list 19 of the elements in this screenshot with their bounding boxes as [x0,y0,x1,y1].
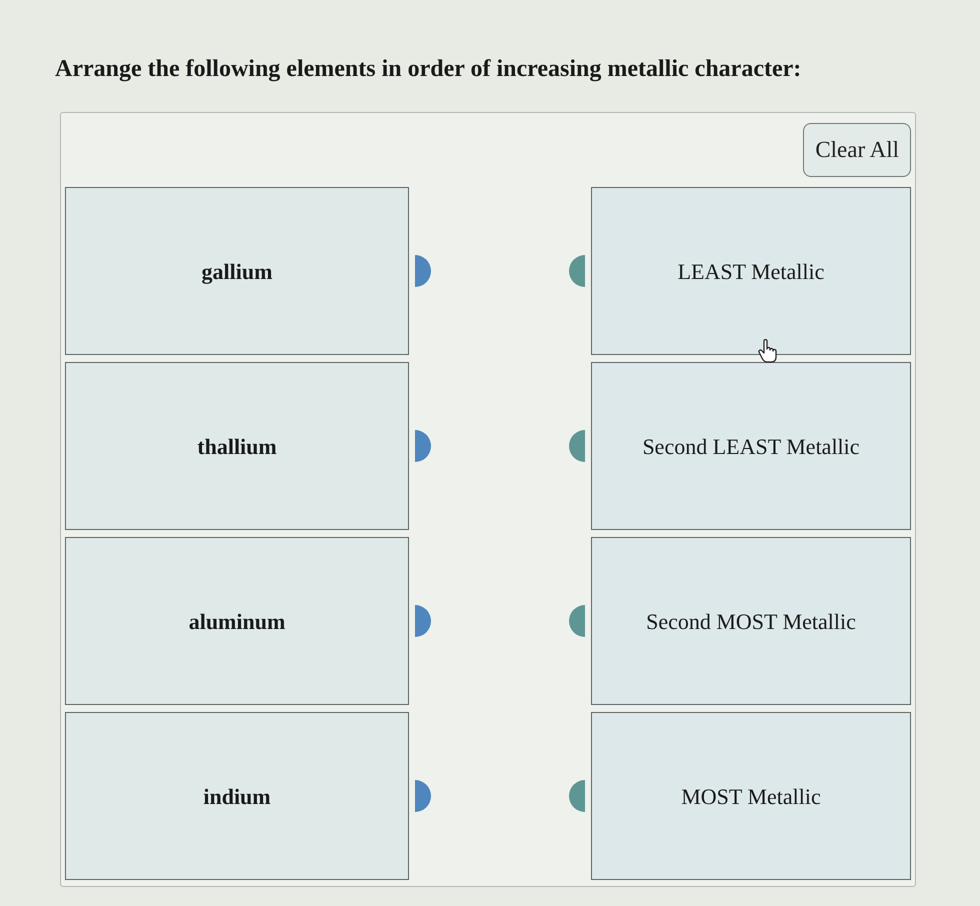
drop-target[interactable]: Second MOST Metallic [591,537,911,705]
draggable-item[interactable]: aluminum [65,537,409,705]
hand-cursor-icon [758,339,778,363]
draggable-item[interactable]: indium [65,712,409,880]
drop-target[interactable]: MOST Metallic [591,712,911,880]
connector-knob-icon[interactable] [415,255,431,287]
connector-knob-icon[interactable] [569,605,585,637]
connector-knob-icon[interactable] [569,430,585,462]
clear-all-button[interactable]: Clear All [803,123,911,177]
connector-knob-icon[interactable] [415,780,431,812]
question-text: Arrange the following elements in order of increasing metallic character: [55,55,802,84]
drop-target[interactable]: LEAST Metallic [591,187,911,355]
connector-knob-icon[interactable] [569,255,585,287]
drop-target[interactable]: Second LEAST Metallic [591,362,911,530]
draggable-item[interactable]: thallium [65,362,409,530]
connector-knob-icon[interactable] [415,430,431,462]
connector-knob-icon[interactable] [415,605,431,637]
draggable-item[interactable]: gallium [65,187,409,355]
connector-knob-icon[interactable] [569,780,585,812]
